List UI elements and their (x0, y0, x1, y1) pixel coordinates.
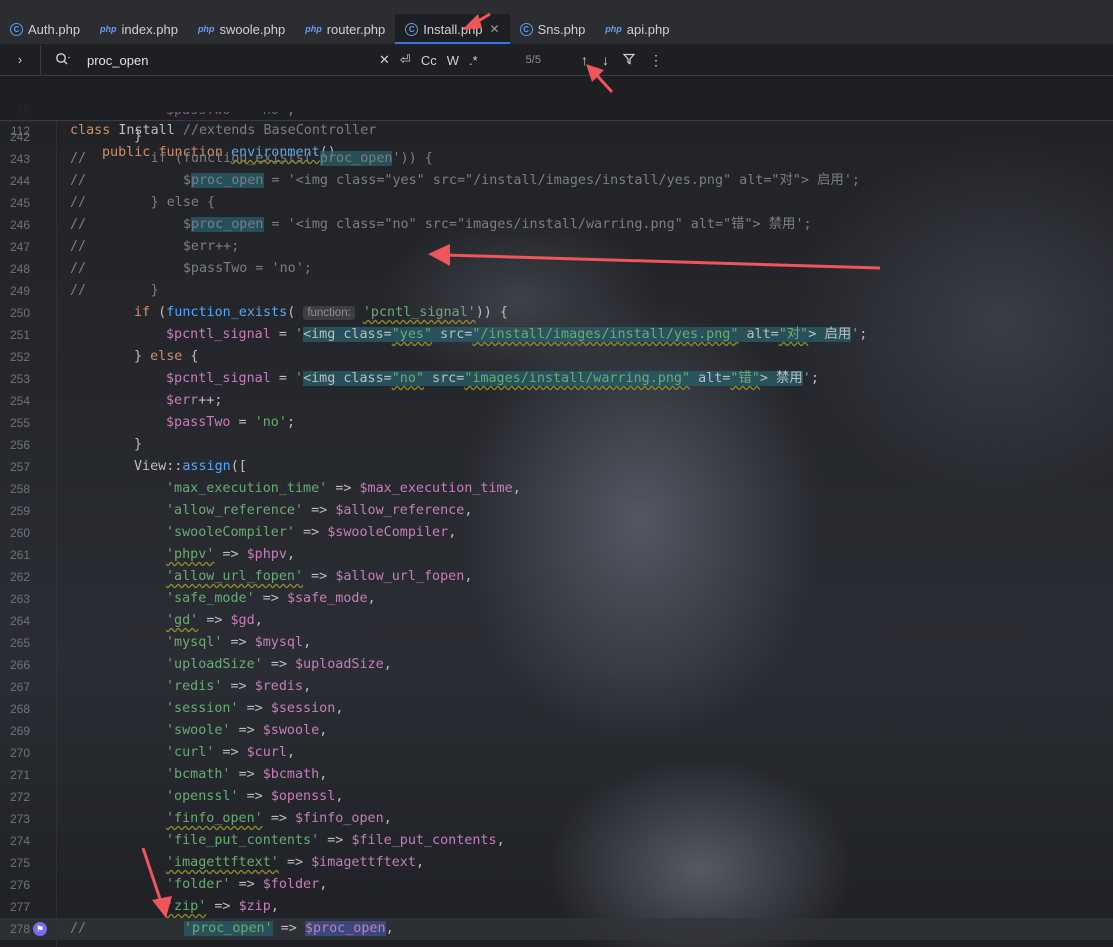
code-editor[interactable]: 29 class Install //extends BaseControlle… (0, 12, 1113, 947)
arrow-to-install-tab (462, 12, 491, 30)
arrow-to-match-count (586, 64, 614, 94)
arrow-to-line-278 (141, 847, 172, 918)
arrow-to-commented-code (428, 244, 881, 270)
annotation-arrows (141, 12, 881, 918)
